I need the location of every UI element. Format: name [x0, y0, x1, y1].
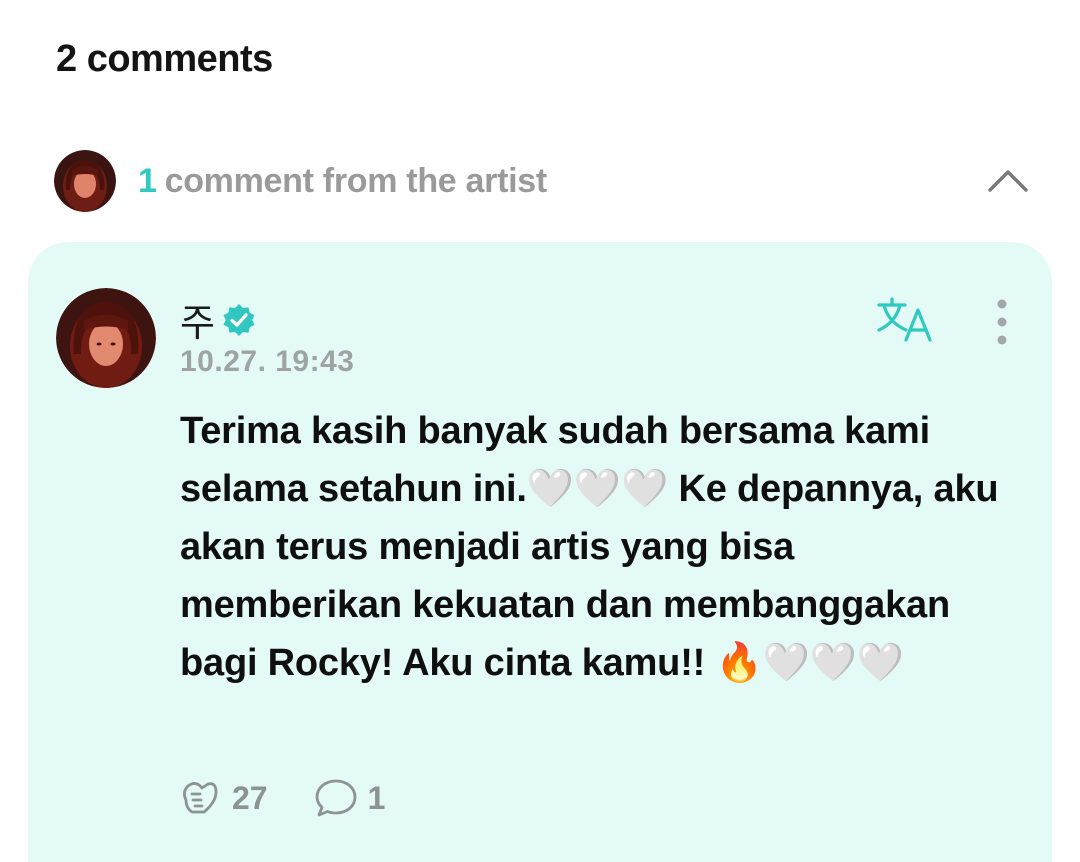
comment-bubble-icon	[315, 779, 356, 817]
artist-comments-toggle[interactable]: 1 comment from the artist	[54, 150, 1034, 212]
comment-timestamp: 10.27. 19:43	[180, 345, 355, 378]
author-name-text: 주	[180, 303, 215, 345]
artist-avatar-small	[54, 150, 116, 212]
artist-comment-count: 1	[138, 161, 157, 200]
artist-comments-label: 1 comment from the artist	[138, 162, 547, 201]
author-avatar[interactable]	[56, 288, 156, 388]
comments-count-title: 2 comments	[56, 38, 273, 80]
reply-button[interactable]: 1	[314, 777, 386, 819]
like-button[interactable]: 27	[178, 778, 268, 818]
comment-actions: 27 1	[178, 776, 385, 820]
like-icon	[183, 782, 218, 814]
chevron-up-icon[interactable]	[986, 162, 1030, 198]
like-count: 27	[232, 779, 268, 816]
comment-text: Terima kasih banyak sudah bersama kami s…	[180, 410, 999, 684]
translate-icon[interactable]	[876, 296, 934, 344]
reply-count: 1	[367, 779, 386, 816]
more-vertical-icon[interactable]	[990, 296, 1014, 348]
artist-comment-label-text: comment from the artist	[164, 161, 548, 200]
verified-badge-icon	[223, 303, 255, 336]
comment-author[interactable]: 주	[180, 292, 257, 347]
